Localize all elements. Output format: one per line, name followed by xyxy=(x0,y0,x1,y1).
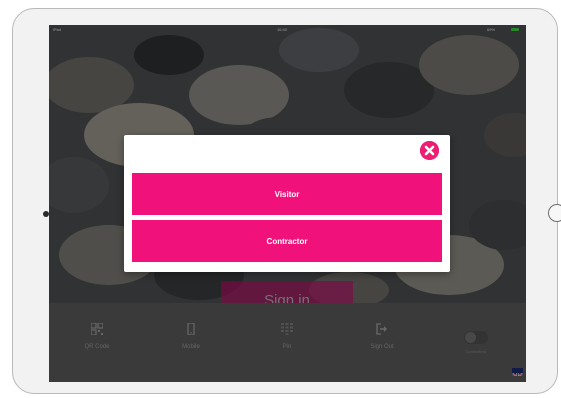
close-dialog-button[interactable] xyxy=(420,141,439,160)
contractor-button[interactable]: Contractor xyxy=(132,220,442,262)
visitor-button[interactable]: Visitor xyxy=(132,173,442,215)
app-screen: iPad 16:40 69% Sign in QR Code Mobile Pi… xyxy=(49,25,526,382)
home-button[interactable] xyxy=(548,204,561,222)
times-circle-icon xyxy=(420,141,439,160)
visitor-type-dialog: Visitor Contractor xyxy=(124,135,450,272)
